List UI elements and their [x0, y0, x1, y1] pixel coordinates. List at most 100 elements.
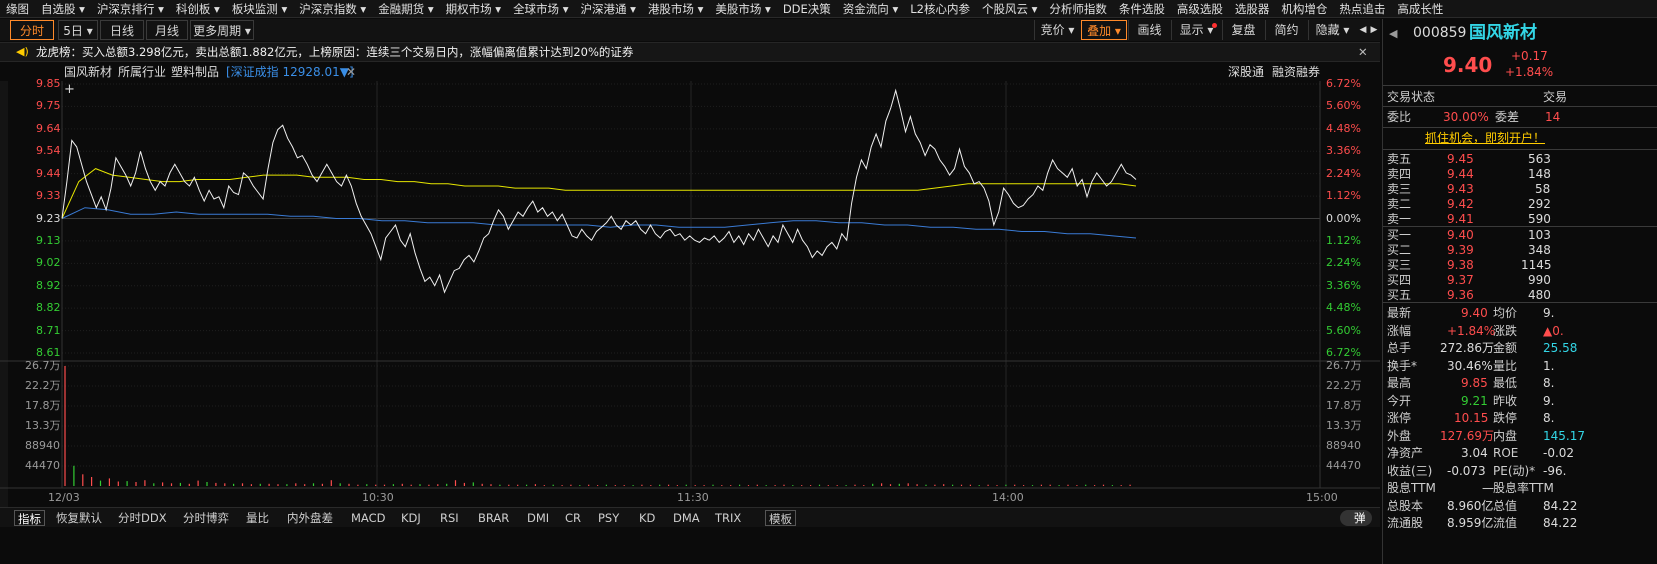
bids-label: 买三 [1387, 258, 1412, 272]
banner-close-icon[interactable]: ✕ [1358, 43, 1368, 61]
nav-item[interactable]: 沪深京指数 ▾ [293, 0, 372, 17]
bids-price[interactable]: 9.40 [1447, 228, 1474, 242]
stat-value: 1. [1543, 358, 1555, 373]
asks-price[interactable]: 9.45 [1447, 152, 1474, 166]
intraday-chart[interactable]: + [0, 81, 1380, 507]
stat-label: 涨跌 [1493, 323, 1518, 338]
nav-item[interactable]: 自选股 ▾ [35, 0, 91, 17]
asks-label: 卖二 [1387, 197, 1412, 211]
next-arrow-icon[interactable]: ▶ [1368, 20, 1380, 40]
stat-label: 均价 [1493, 306, 1518, 320]
bids-label: 买五 [1387, 288, 1412, 302]
nav-item[interactable]: 热点追击 [1333, 0, 1391, 17]
nav-item[interactable]: 科创板 ▾ [170, 0, 226, 17]
overlay-index-close-icon[interactable]: ✕ [346, 63, 356, 81]
tab-intraday[interactable]: 分时 [10, 20, 54, 40]
collapse-arrow-icon[interactable]: ◀ [1389, 27, 1397, 41]
nav-item[interactable]: 分析师指数 [1043, 0, 1113, 17]
nav-item[interactable]: 高级选股 [1171, 0, 1229, 17]
asks-label: 卖三 [1387, 182, 1412, 196]
nav-item[interactable]: 全球市场 ▾ [507, 0, 574, 17]
indicator-tab[interactable]: 模板 [765, 510, 796, 526]
indicator-tab[interactable]: KD [639, 510, 655, 526]
period-toolbar: 分时 5日 ▾ 日线 月线 更多周期 ▾ 竞价 ▾ 叠加 ▾ 画线 显示 ▾ 复… [0, 19, 1380, 41]
shgt-link[interactable]: 深股通 [1228, 63, 1264, 81]
stat-value: 9.40 [1461, 306, 1488, 320]
weibi-label: 委比 [1387, 110, 1412, 124]
indicator-tab[interactable]: MACD [351, 510, 385, 526]
indicator-tab[interactable]: TRIX [715, 510, 741, 526]
indicator-tab[interactable]: KDJ [401, 510, 421, 526]
overlay-index-label[interactable]: [深证成指 12928.01▼] [226, 63, 354, 81]
weibi-value: 30.00% [1443, 110, 1489, 124]
stat-label: 昨收 [1493, 393, 1518, 408]
stat-label: 今开 [1387, 393, 1412, 408]
asks-price[interactable]: 9.42 [1447, 197, 1474, 211]
replay-button[interactable]: 复盘 [1222, 20, 1264, 40]
stat-label: 最新 [1387, 306, 1412, 320]
indicator-tab[interactable]: 指标 [14, 510, 45, 526]
nav-item[interactable]: 期权市场 ▾ [440, 0, 507, 17]
indicator-tab[interactable]: 分时DDX [118, 510, 167, 526]
asks-price[interactable]: 9.41 [1447, 212, 1474, 226]
nav-item[interactable]: 板块监测 ▾ [226, 0, 293, 17]
stat-label: 最高 [1387, 376, 1412, 390]
stat-value: 9. [1543, 306, 1555, 320]
asks-price[interactable]: 9.43 [1447, 182, 1474, 196]
indicator-tab[interactable]: DMI [527, 510, 549, 526]
promo-link[interactable]: 抓住机会，即刻开户！ [1425, 131, 1545, 145]
nav-item[interactable]: 金融期货 ▾ [372, 0, 439, 17]
overlay-button[interactable]: 叠加 ▾ [1081, 20, 1127, 40]
stat-label: 总值 [1493, 498, 1518, 513]
nav-item[interactable]: 条件选股 [1113, 0, 1171, 17]
tab-monthly[interactable]: 月线 [146, 20, 188, 40]
indicator-tab[interactable]: BRAR [478, 510, 509, 526]
last-price: 9.40 [1443, 53, 1493, 77]
nav-item[interactable]: 缘图 [0, 0, 35, 17]
bids-price[interactable]: 9.39 [1447, 243, 1474, 257]
bids-price[interactable]: 9.38 [1447, 258, 1474, 272]
nav-item[interactable]: L2核心内参 [904, 0, 976, 17]
industry-value[interactable]: 塑料制品 [171, 63, 219, 81]
stat-label: 总股本 [1387, 498, 1424, 513]
indicator-tab[interactable]: DMA [673, 510, 700, 526]
popup-toggle[interactable]: 弹 [1340, 510, 1372, 526]
tab-more-periods[interactable]: 更多周期 ▾ [190, 20, 254, 40]
nav-item[interactable]: 个股风云 ▾ [976, 0, 1043, 17]
indicator-tab[interactable]: PSY [598, 510, 619, 526]
indicator-tab[interactable]: RSI [440, 510, 459, 526]
indicator-tab[interactable]: 量比 [246, 510, 269, 526]
nav-item[interactable]: 沪深港通 ▾ [575, 0, 642, 17]
tab-daily[interactable]: 日线 [100, 20, 144, 40]
stat-value: 8.960亿 [1447, 498, 1494, 513]
indicator-tab[interactable]: 内外盘差 [287, 510, 333, 526]
hide-button[interactable]: 隐藏 ▾ [1308, 20, 1356, 40]
indicator-tab[interactable]: 恢复默认 [56, 510, 102, 526]
asks-price[interactable]: 9.44 [1447, 167, 1474, 181]
stat-label: ROE [1493, 446, 1519, 460]
margin-trading-link[interactable]: 融资融券 [1272, 63, 1320, 81]
indicator-bar: 指标 恢复默认 分时DDX 分时博弈 量比 内外盘差 MACD KDJ RSI BRAR DMI CR… [0, 507, 1380, 527]
bids-price[interactable]: 9.37 [1447, 273, 1474, 287]
nav-item[interactable]: 高成长性 [1391, 0, 1449, 17]
stat-label: PE(动)* [1493, 463, 1536, 478]
simple-button[interactable]: 简约 [1265, 20, 1307, 40]
nav-item[interactable]: 美股市场 ▾ [709, 0, 776, 17]
nav-item[interactable]: 选股器 [1229, 0, 1276, 17]
bids-label: 买四 [1387, 273, 1412, 287]
tab-five-day[interactable]: 5日 ▾ [58, 20, 98, 40]
indicator-tab[interactable]: 分时博弈 [183, 510, 229, 526]
nav-item[interactable]: 资金流向 ▾ [837, 0, 904, 17]
bids-price[interactable]: 9.36 [1447, 288, 1474, 302]
stat-value: 25.58 [1543, 341, 1578, 355]
nav-item[interactable]: 机构增仓 [1275, 0, 1333, 17]
nav-item[interactable]: 沪深京排行 ▾ [91, 0, 170, 17]
bid-button[interactable]: 竞价 ▾ [1034, 20, 1080, 40]
asks-label: 卖一 [1387, 212, 1412, 226]
asks-label: 卖四 [1387, 167, 1412, 181]
nav-item[interactable]: 港股市场 ▾ [642, 0, 709, 17]
bids-volume: 990 [1528, 273, 1551, 287]
indicator-tab[interactable]: CR [565, 510, 581, 526]
nav-item[interactable]: DDE决策 [777, 0, 837, 17]
draw-line-button[interactable]: 画线 [1128, 20, 1170, 40]
